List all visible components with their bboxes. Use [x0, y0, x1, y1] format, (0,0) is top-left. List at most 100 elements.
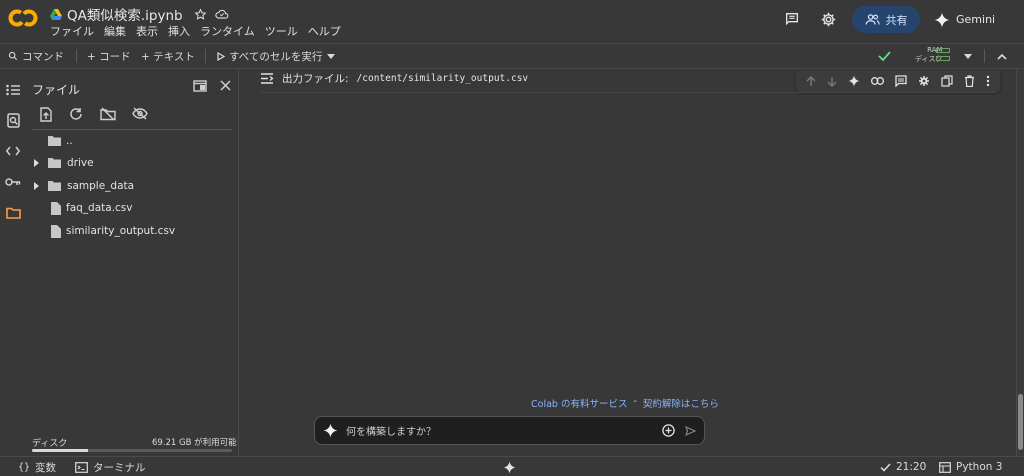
resource-meters[interactable]	[936, 48, 950, 61]
gemini-prompt-box[interactable]: 何を構築しますか？	[314, 416, 705, 445]
disk-usage-bar	[32, 449, 232, 452]
chevron-up-icon	[997, 53, 1007, 60]
braces-icon: {}	[18, 461, 31, 473]
notebook-main: 出力ファイル: /content/similarity_output.csv C…	[240, 70, 1016, 456]
gemini-sparkle-icon[interactable]	[848, 75, 860, 87]
add-text-button[interactable]: + テキスト	[141, 44, 195, 68]
cancel-subscription-link[interactable]: 契約解除はこちら	[643, 396, 719, 410]
connected-check-icon[interactable]	[878, 44, 891, 68]
share-button[interactable]: 共有	[852, 6, 920, 33]
menu-insert[interactable]: 挿入	[163, 24, 195, 40]
add-code-label: + コード	[87, 50, 131, 63]
mirror-cell-icon[interactable]	[941, 75, 953, 87]
output-label: 出力ファイル:	[282, 73, 349, 85]
runtime-icon	[939, 461, 951, 473]
menu-runtime[interactable]: ランタイム	[195, 24, 260, 40]
collapse-header-button[interactable]	[997, 44, 1007, 68]
cell-output: 出力ファイル: /content/similarity_output.csv	[260, 71, 528, 86]
chevron-right-icon[interactable]	[26, 159, 47, 167]
comments-icon[interactable]	[779, 6, 805, 32]
cell-divider	[260, 92, 996, 93]
app-header: QA類似検索.ipynb ファイル 編集 表示 挿入 ランタイム ツール ヘルプ…	[0, 0, 1024, 43]
add-code-button[interactable]: + コード	[87, 44, 131, 68]
chevron-right-icon[interactable]	[26, 182, 47, 190]
tree-item-folder[interactable]: sample_data	[26, 176, 134, 196]
scrollbar-thumb[interactable]	[1018, 394, 1023, 450]
gemini-sparkle-icon[interactable]	[503, 457, 516, 476]
menu-help[interactable]: ヘルプ	[303, 24, 346, 40]
share-label: 共有	[885, 13, 908, 27]
link-icon[interactable]	[870, 77, 884, 85]
vertical-scrollbar[interactable]	[1016, 70, 1024, 456]
folder-icon	[47, 157, 62, 169]
gemini-label: Gemini	[956, 13, 996, 26]
left-rail	[0, 70, 26, 456]
run-all-button[interactable]: すべてのセルを実行	[217, 44, 322, 68]
disk-usage-label: ディスク	[32, 439, 68, 449]
secrets-key-icon[interactable]	[4, 173, 22, 191]
open-in-tab-icon[interactable]	[193, 80, 207, 92]
add-text-label: + テキスト	[141, 50, 195, 63]
check-icon	[880, 462, 891, 472]
run-options-dropdown[interactable]	[327, 44, 335, 68]
gemini-sparkle-icon	[934, 12, 950, 28]
runtime-dropdown[interactable]	[964, 44, 972, 68]
runtime-label: Python 3	[956, 461, 1003, 473]
send-icon[interactable]	[685, 425, 696, 436]
hide-hidden-files-icon[interactable]	[132, 107, 148, 123]
find-replace-icon[interactable]	[4, 111, 22, 129]
ram-meter	[936, 48, 950, 53]
notebook-title[interactable]: QA類似検索.ipynb	[67, 4, 183, 24]
colab-logo[interactable]	[8, 8, 38, 28]
unmount-drive-icon[interactable]	[100, 107, 116, 123]
output-toggle-icon[interactable]	[260, 73, 274, 84]
tree-item-folder[interactable]: drive	[26, 153, 94, 173]
move-cell-down-icon[interactable]	[827, 76, 837, 87]
move-cell-up-icon[interactable]	[806, 75, 816, 87]
tree-item-file[interactable]: similarity_output.csv	[26, 221, 175, 241]
upload-file-icon[interactable]	[39, 107, 55, 123]
files-folder-icon[interactable]	[4, 204, 22, 222]
promo-separator: -	[633, 396, 637, 407]
tree-item-label: drive	[67, 157, 94, 169]
variables-label: 変数	[35, 461, 57, 474]
settings-gear-icon[interactable]	[815, 6, 841, 32]
close-icon[interactable]	[220, 80, 231, 91]
tree-item-label: faq_data.csv	[66, 202, 133, 214]
star-icon[interactable]	[194, 7, 207, 21]
execution-time: 21:20	[896, 461, 927, 473]
promo-links: Colab の有料サービス - 契約解除はこちら	[531, 396, 719, 410]
gemini-button[interactable]: Gemini	[934, 6, 995, 33]
delete-trash-icon[interactable]	[964, 75, 975, 87]
prompt-input[interactable]: 何を構築しますか？	[346, 423, 662, 438]
code-snippets-icon[interactable]	[4, 142, 22, 160]
more-vert-icon[interactable]	[986, 75, 990, 87]
terminal-button[interactable]: ターミナル	[75, 457, 146, 476]
menu-view[interactable]: 表示	[131, 24, 163, 40]
variables-button[interactable]: {} 変数	[18, 457, 56, 476]
file-browser-panel: ファイル .. drive sample_data faq_data.csv s…	[26, 70, 239, 456]
cell-toolbar	[796, 70, 1000, 92]
tree-item-parent[interactable]: ..	[26, 131, 73, 151]
terminal-label: ターミナル	[93, 461, 146, 474]
comment-icon[interactable]	[895, 75, 907, 87]
cloud-save-icon[interactable]	[214, 8, 229, 20]
menu-tools[interactable]: ツール	[260, 24, 303, 40]
tree-item-label: ..	[66, 135, 73, 147]
execution-status[interactable]: 21:20	[880, 457, 926, 476]
menu-file[interactable]: ファイル	[50, 24, 99, 40]
command-palette-button[interactable]: コマンド	[8, 44, 64, 68]
folder-open-icon	[47, 135, 62, 147]
output-path: /content/similarity_output.csv	[356, 73, 529, 84]
runtime-info-button[interactable]: Python 3	[939, 457, 1002, 476]
refresh-icon[interactable]	[69, 107, 85, 123]
table-of-contents-icon[interactable]	[4, 81, 22, 99]
drive-icon	[50, 8, 62, 20]
disk-free-text: 69.21 GB が利用可能	[152, 438, 237, 448]
paid-services-link[interactable]: Colab の有料サービス	[531, 396, 627, 410]
menu-edit[interactable]: 編集	[99, 24, 131, 40]
menu-bar: ファイル 編集 表示 挿入 ランタイム ツール ヘルプ	[50, 24, 346, 40]
tree-item-file[interactable]: faq_data.csv	[26, 198, 133, 218]
cell-settings-gear-icon[interactable]	[918, 75, 930, 87]
add-circle-icon[interactable]	[662, 424, 675, 437]
